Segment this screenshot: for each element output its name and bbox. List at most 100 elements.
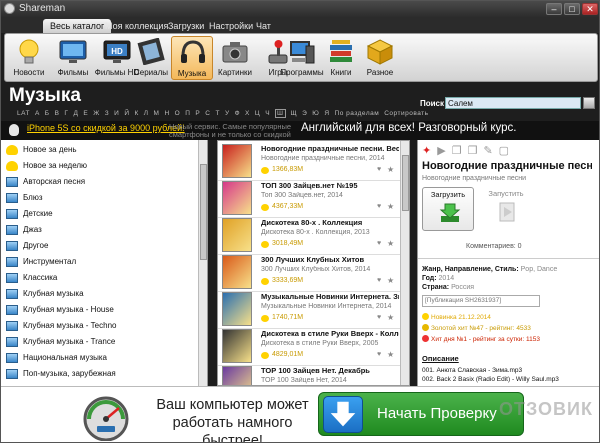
release-row[interactable]: Дискотека 80-х . Коллекция Дискотека 80-х…: [218, 215, 400, 255]
copy-icon[interactable]: ❐: [452, 145, 468, 157]
genre-item[interactable]: Клубная музыка - Techno: [1, 318, 197, 334]
tab-chat[interactable]: Чат: [249, 19, 278, 33]
release-row[interactable]: ТОП 300 Зайцев.нет №195 Топ 300 Зайцев.не…: [218, 178, 400, 218]
search-button[interactable]: [583, 97, 595, 109]
alpha-filter-item[interactable]: Д: [73, 110, 78, 117]
category-label: Фильмы: [57, 68, 89, 77]
alpha-filter-item[interactable]: С: [205, 110, 210, 117]
genre-item[interactable]: Клубная музыка - Trance: [1, 334, 197, 350]
alpha-filter-item[interactable]: Ж: [93, 110, 100, 117]
alpha-filter-item[interactable]: LAT: [17, 110, 30, 117]
genre-list-scrollbar[interactable]: [198, 140, 207, 386]
category-music[interactable]: Музыка: [171, 36, 213, 80]
share-icon[interactable]: ✦: [422, 145, 437, 157]
genre-item[interactable]: Инструментал: [1, 254, 197, 270]
scrollbar-thumb[interactable]: [200, 164, 207, 260]
favorite-icon[interactable]: ♥: [377, 203, 381, 210]
alpha-filter-item[interactable]: Г: [64, 110, 68, 117]
category-movies[interactable]: Фильмы: [52, 36, 94, 80]
alpha-filter-item[interactable]: Б: [45, 110, 50, 117]
run-button[interactable]: Запустить: [480, 187, 532, 231]
genre-item[interactable]: Клубная музыка: [1, 286, 197, 302]
alpha-filter-item[interactable]: Ш: [275, 109, 286, 118]
alpha-filter-item[interactable]: Й: [124, 110, 129, 117]
alpha-filter-item[interactable]: По разделам: [335, 110, 380, 117]
alpha-filter-item[interactable]: М: [154, 110, 160, 117]
start-check-button[interactable]: Начать Проверку: [318, 392, 524, 436]
genre-item[interactable]: Национальная музыка: [1, 350, 197, 366]
delete-icon[interactable]: ▢: [499, 145, 515, 157]
download-button[interactable]: Загрузить: [422, 187, 474, 231]
genre-item[interactable]: Новое за день: [1, 142, 197, 158]
genre-item[interactable]: Новое за неделю: [1, 158, 197, 174]
favorite-icon[interactable]: ♥: [377, 166, 381, 173]
alpha-filter-item[interactable]: Т: [215, 110, 219, 117]
category-misc[interactable]: Разное: [359, 36, 401, 80]
star-icon[interactable]: ★: [387, 165, 394, 174]
genre-item[interactable]: Другое: [1, 238, 197, 254]
ad-link[interactable]: iPhone 5S со скидкой за 9000 рублей!: [27, 123, 185, 133]
description-title[interactable]: Описание: [422, 354, 459, 363]
favorite-icon[interactable]: ♥: [377, 277, 381, 284]
scrollbar-thumb[interactable]: [402, 155, 409, 211]
release-row[interactable]: Новогодние праздничные песни. Весел Новог…: [218, 141, 400, 181]
maximize-button[interactable]: □: [564, 3, 580, 15]
alpha-filter-item[interactable]: О: [175, 110, 181, 117]
star-icon[interactable]: ★: [387, 313, 394, 322]
alpha-filter-item[interactable]: Ф: [235, 110, 240, 117]
save-icon[interactable]: ❐: [468, 145, 484, 157]
alpha-filter-item[interactable]: В: [55, 110, 60, 117]
alpha-filter-item[interactable]: Сортировать: [384, 110, 428, 117]
category-series[interactable]: Сериалы: [130, 36, 172, 80]
genre-item[interactable]: Поп-музыка, зарубежная: [1, 366, 197, 382]
search-input[interactable]: Салем: [445, 97, 581, 109]
star-icon[interactable]: ★: [387, 350, 394, 359]
favorite-icon[interactable]: ♥: [377, 351, 381, 358]
play-icon[interactable]: ▶: [437, 145, 451, 157]
alpha-filter-item[interactable]: Ч: [265, 110, 270, 117]
category-pictures[interactable]: Картинки: [214, 36, 256, 80]
alpha-filter-item[interactable]: И: [114, 110, 119, 117]
alpha-filter-item[interactable]: Н: [164, 110, 169, 117]
alpha-filter-item[interactable]: Х: [245, 110, 250, 117]
minimize-button[interactable]: –: [546, 3, 562, 15]
genre-item[interactable]: Клубная музыка - House: [1, 302, 197, 318]
window-title: Shareman: [19, 3, 66, 14]
alpha-filter-item[interactable]: Е: [83, 110, 88, 117]
alpha-filter-item[interactable]: Я: [324, 110, 329, 117]
release-row[interactable]: 300 Лучших Клубных Хитов 300 Лучших Клубн…: [218, 252, 400, 292]
release-row[interactable]: Музыкальные Новинки Интернета. Зим Музыка…: [218, 289, 400, 329]
category-label: Новости: [13, 68, 45, 77]
close-button[interactable]: ✕: [582, 3, 598, 15]
release-list-scrollbar[interactable]: [400, 141, 409, 385]
comments-count[interactable]: Комментариев: 0: [466, 243, 522, 250]
alpha-filter-item[interactable]: Л: [144, 110, 149, 117]
alpha-filter-item[interactable]: Р: [195, 110, 200, 117]
genre-item[interactable]: Джаз: [1, 222, 197, 238]
genre-item[interactable]: Авторская песня: [1, 174, 197, 190]
release-row[interactable]: ТОР 100 Зайцев Нет. Декабрь ТОР 100 Зайце…: [218, 363, 400, 385]
alpha-filter-item[interactable]: Ю: [312, 110, 319, 117]
ad-english-course[interactable]: Английский для всех! Разговорный курс.: [301, 122, 517, 134]
release-list: Новогодние праздничные песни. Весел Новог…: [217, 140, 410, 386]
genre-item[interactable]: Блюз: [1, 190, 197, 206]
release-size: 3018,49M: [272, 240, 304, 247]
alpha-filter-item[interactable]: З: [105, 110, 109, 117]
edit-icon[interactable]: ✎: [483, 145, 498, 157]
alpha-filter-item[interactable]: Ц: [255, 110, 260, 117]
star-icon[interactable]: ★: [387, 202, 394, 211]
favorite-icon[interactable]: ♥: [377, 314, 381, 321]
alpha-filter-item[interactable]: Э: [302, 110, 307, 117]
release-row[interactable]: Дискотека в стиле Руки Вверх - Коллек Дис…: [218, 326, 400, 366]
genre-item[interactable]: Детские: [1, 206, 197, 222]
star-icon[interactable]: ★: [387, 239, 394, 248]
genre-item[interactable]: Классика: [1, 270, 197, 286]
alpha-filter-item[interactable]: К: [134, 110, 138, 117]
alpha-filter-item[interactable]: У: [225, 110, 230, 117]
alpha-filter-item[interactable]: Щ: [291, 110, 298, 117]
favorite-icon[interactable]: ♥: [377, 240, 381, 247]
star-icon[interactable]: ★: [387, 276, 394, 285]
category-news[interactable]: Новости: [8, 36, 50, 80]
alpha-filter-item[interactable]: А: [35, 110, 40, 117]
alpha-filter-item[interactable]: П: [185, 110, 190, 117]
